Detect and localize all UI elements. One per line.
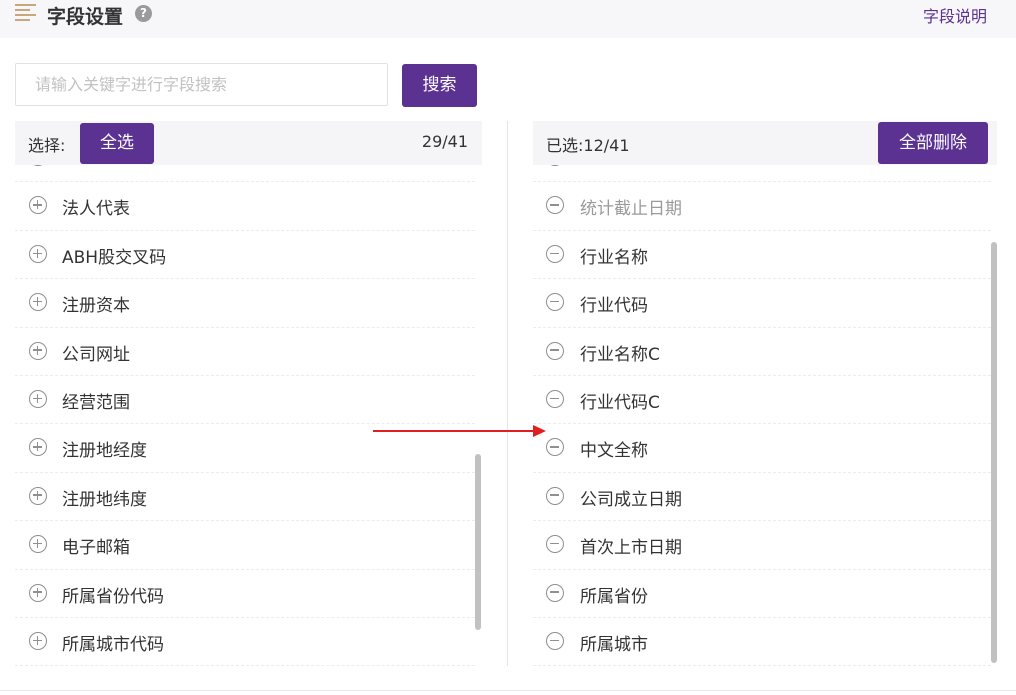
footer-divider [0, 690, 1016, 691]
available-count: 29/41 [421, 132, 468, 151]
select-label: 选择: [28, 136, 66, 155]
available-fields-header: 选择: 全选 29/41 [15, 121, 482, 165]
selected-fields-header: 已选:12/41 全部删除 [533, 121, 997, 165]
arrow-annotation [373, 425, 546, 437]
delete-all-button[interactable]: 全部删除 [878, 122, 988, 164]
select-all-button[interactable]: 全选 [80, 123, 154, 164]
selected-count-label: 已选:12/41 [546, 136, 630, 155]
